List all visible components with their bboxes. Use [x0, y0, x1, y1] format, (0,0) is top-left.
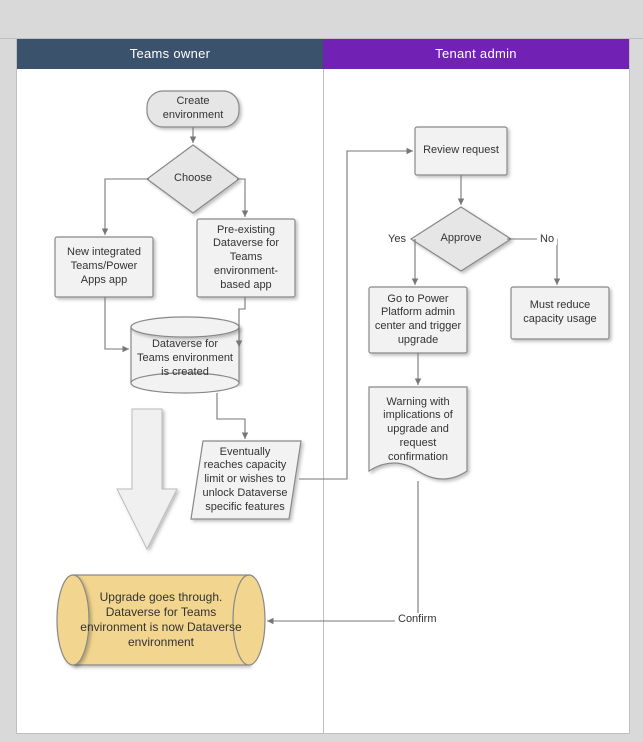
conn-choose-to-newint [105, 179, 149, 235]
label-goto-admin: Go to Power Platform admin center and tr… [369, 287, 467, 353]
conn-dvcreated-to-eventually [217, 393, 245, 439]
label-no: No [537, 233, 557, 245]
conn-newint-to-dvcreated [105, 297, 129, 349]
label-choose: Choose [163, 167, 223, 191]
conn-approve-to-mustreduce [507, 239, 557, 285]
conn-choose-to-preexist [237, 179, 245, 217]
label-confirm: Confirm [395, 613, 440, 625]
conn-preexist-to-dvcreated [239, 297, 245, 347]
label-new-integrated: New integrated Teams/Power Apps app [55, 237, 153, 297]
label-must-reduce: Must reduce capacity usage [511, 287, 609, 339]
top-bar [0, 0, 643, 39]
label-preexisting: Pre-existing Dataverse for Teams environ… [197, 219, 295, 297]
label-yes: Yes [385, 233, 409, 245]
label-dataverse-created: Dataverse for Teams environment is creat… [131, 331, 239, 387]
label-review-request: Review request [415, 127, 507, 175]
label-warning: Warning with implications of upgrade and… [369, 391, 467, 469]
label-eventually: Eventually reaches capacity limit or wis… [195, 443, 295, 517]
diagram-stage: Teams owner Tenant admin [0, 0, 643, 742]
label-upgrade-goes-through: Upgrade goes through. Dataverse for Team… [75, 585, 247, 655]
label-create-environment: Create environment [147, 91, 239, 127]
swimlane-panel: Teams owner Tenant admin [16, 38, 630, 734]
label-approve: Approve [431, 229, 491, 249]
big-arrow-icon [117, 409, 177, 549]
